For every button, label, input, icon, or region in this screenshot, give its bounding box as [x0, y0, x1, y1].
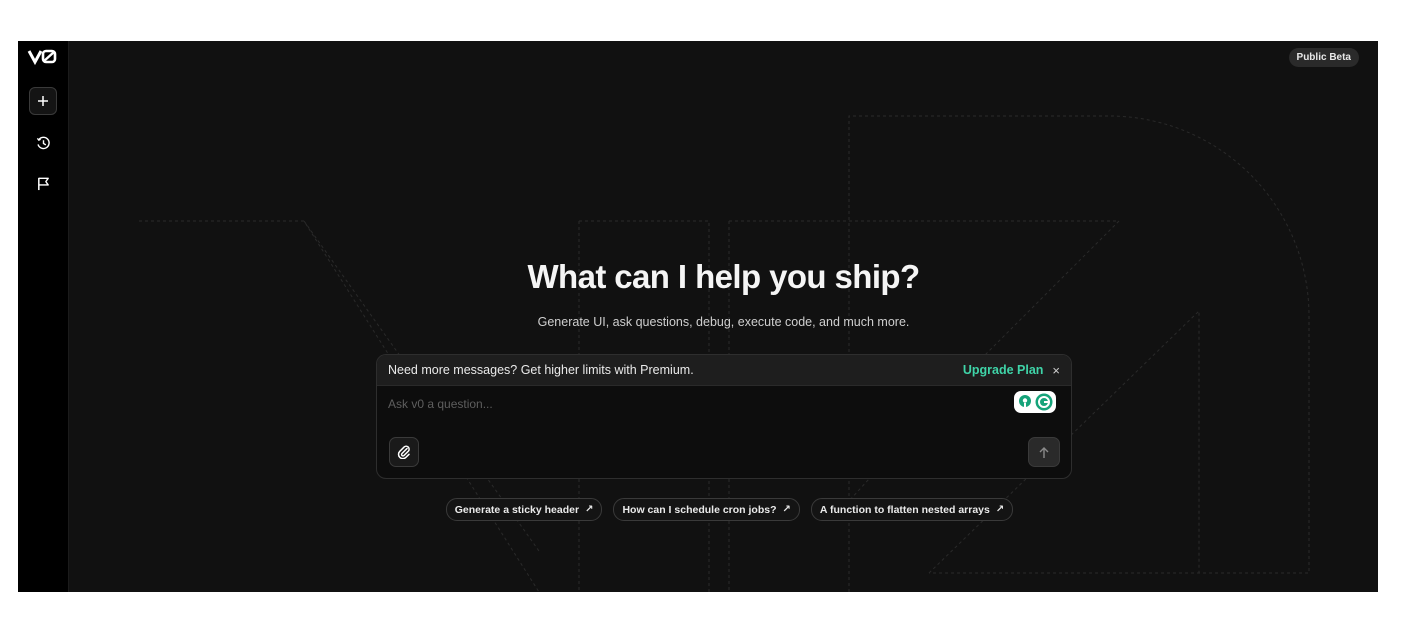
plus-icon — [38, 96, 48, 106]
page-subtitle: Generate UI, ask questions, debug, execu… — [537, 315, 910, 329]
sidebar — [18, 41, 69, 592]
upgrade-banner-text: Need more messages? Get higher limits wi… — [388, 363, 694, 377]
suggestion-chip-cron-jobs[interactable]: How can I schedule cron jobs? ↗ — [613, 498, 800, 521]
send-button[interactable] — [1028, 437, 1060, 467]
new-chat-button[interactable] — [29, 87, 57, 115]
prompt-input[interactable] — [388, 395, 988, 413]
suggestion-label: How can I schedule cron jobs? — [622, 503, 777, 516]
upgrade-plan-link[interactable]: Upgrade Plan — [963, 363, 1044, 377]
attach-button[interactable] — [389, 437, 419, 467]
v0-logo[interactable] — [27, 47, 59, 67]
flag-icon — [37, 177, 49, 190]
upgrade-banner: Need more messages? Get higher limits wi… — [377, 355, 1071, 386]
page-title: What can I help you ship? — [527, 258, 920, 295]
prompt-composer: Need more messages? Get higher limits wi… — [376, 354, 1072, 479]
arrow-up-icon — [1039, 446, 1049, 458]
close-banner-button[interactable]: × — [1052, 363, 1060, 378]
bulb-icon — [1018, 395, 1031, 407]
suggestion-label: A function to flatten nested arrays — [819, 503, 990, 516]
suggestion-label: Generate a sticky header — [454, 503, 580, 516]
grammarly-extension-badge[interactable] — [1014, 391, 1056, 413]
feedback-button[interactable] — [29, 169, 57, 197]
suggestion-chips: Generate a sticky header ↗ How can I sch… — [69, 498, 1378, 521]
suggestion-chip-flatten-arrays[interactable]: A function to flatten nested arrays ↗ — [810, 498, 1014, 521]
public-beta-badge: Public Beta — [1288, 48, 1359, 67]
app-window: Public Beta What can I help you ship? Ge… — [18, 41, 1378, 592]
arrow-up-right-icon: ↗ — [585, 504, 594, 515]
suggestion-chip-sticky-header[interactable]: Generate a sticky header ↗ — [445, 498, 603, 521]
grammarly-icon — [1035, 393, 1052, 411]
main-area: Public Beta What can I help you ship? Ge… — [69, 41, 1378, 592]
arrow-up-right-icon: ↗ — [782, 504, 791, 515]
history-button[interactable] — [29, 129, 57, 157]
clock-icon — [36, 136, 50, 149]
arrow-up-right-icon: ↗ — [995, 504, 1005, 515]
paperclip-icon — [397, 445, 410, 459]
